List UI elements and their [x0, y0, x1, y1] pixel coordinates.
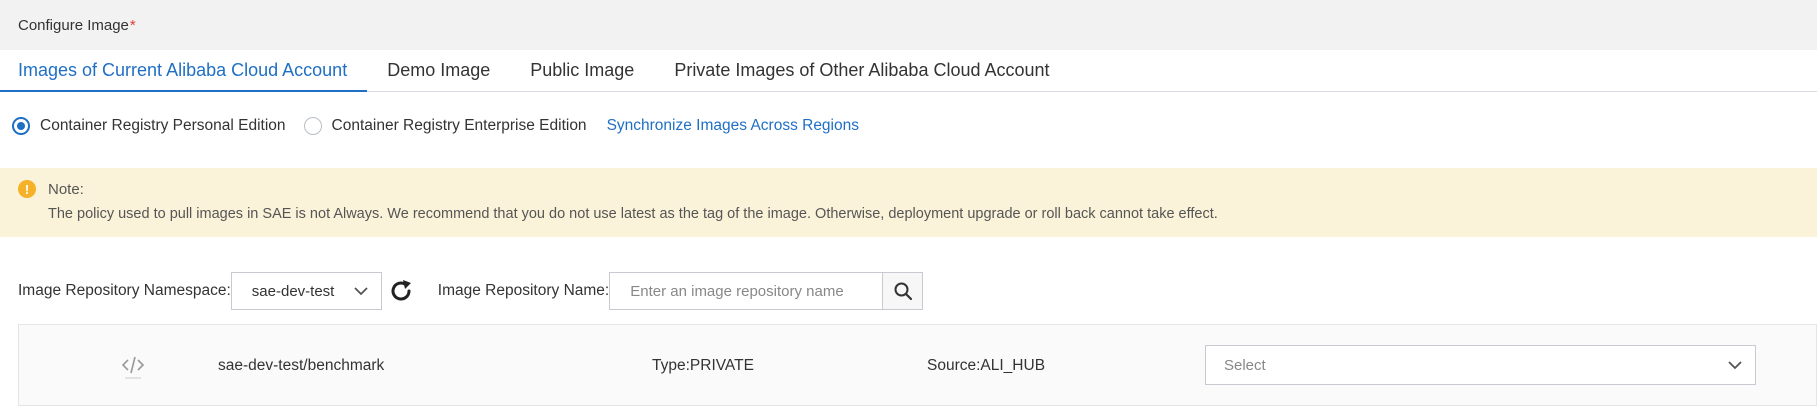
tab-other-account-private-images[interactable]: Private Images of Other Alibaba Cloud Ac… [654, 49, 1069, 91]
warning-icon: ! [18, 180, 36, 198]
refresh-icon [391, 280, 411, 301]
required-mark: * [129, 16, 136, 34]
section-title: Configure Image [18, 16, 129, 34]
code-icon [121, 356, 145, 379]
image-source-tabs: Images of Current Alibaba Cloud Account … [0, 50, 1817, 92]
search-button[interactable] [882, 272, 924, 310]
radio-label: Container Registry Personal Edition [40, 117, 286, 134]
namespace-select[interactable]: sae-dev-test [230, 272, 382, 310]
repository-row[interactable]: sae-dev-test/benchmark Type:PRIVATE Sour… [18, 324, 1817, 406]
repository-source: Source:ALI_HUB [927, 357, 1046, 374]
radio-personal-edition[interactable]: Container Registry Personal Edition [12, 117, 286, 135]
sync-images-link[interactable]: Synchronize Images Across Regions [607, 117, 859, 135]
namespace-label: Image Repository Namespace: [18, 282, 231, 299]
repository-name: sae-dev-test/benchmark [218, 357, 385, 374]
note-banner: ! Note: The policy used to pull images i… [0, 168, 1817, 237]
tab-demo-image[interactable]: Demo Image [367, 49, 510, 91]
radio-enterprise-edition[interactable]: Container Registry Enterprise Edition [303, 117, 587, 135]
search-icon [894, 282, 912, 301]
image-tag-select[interactable]: Select [1205, 345, 1756, 385]
radio-label: Container Registry Enterprise Edition [331, 117, 587, 134]
tab-current-account-images[interactable]: Images of Current Alibaba Cloud Account [0, 49, 368, 92]
chevron-down-icon [1728, 361, 1742, 370]
namespace-value: sae-dev-test [251, 282, 335, 300]
radio-checked-icon [12, 117, 30, 135]
repository-filter-row: Image Repository Namespace: sae-dev-test… [18, 272, 924, 310]
registry-edition-group: Container Registry Personal Edition Cont… [12, 113, 859, 139]
radio-unchecked-icon [303, 117, 322, 135]
refresh-button[interactable] [384, 274, 418, 308]
tag-select-placeholder: Select [1224, 356, 1266, 374]
repository-name-input[interactable] [609, 272, 883, 310]
note-title: Note: [48, 180, 84, 198]
repository-type: Type:PRIVATE [652, 357, 754, 374]
repository-name-label: Image Repository Name: [437, 282, 610, 299]
note-text: The policy used to pull images in SAE is… [48, 206, 1218, 222]
chevron-down-icon [354, 287, 368, 296]
section-header: Configure Image * [0, 0, 1817, 50]
tab-public-image[interactable]: Public Image [510, 49, 654, 91]
